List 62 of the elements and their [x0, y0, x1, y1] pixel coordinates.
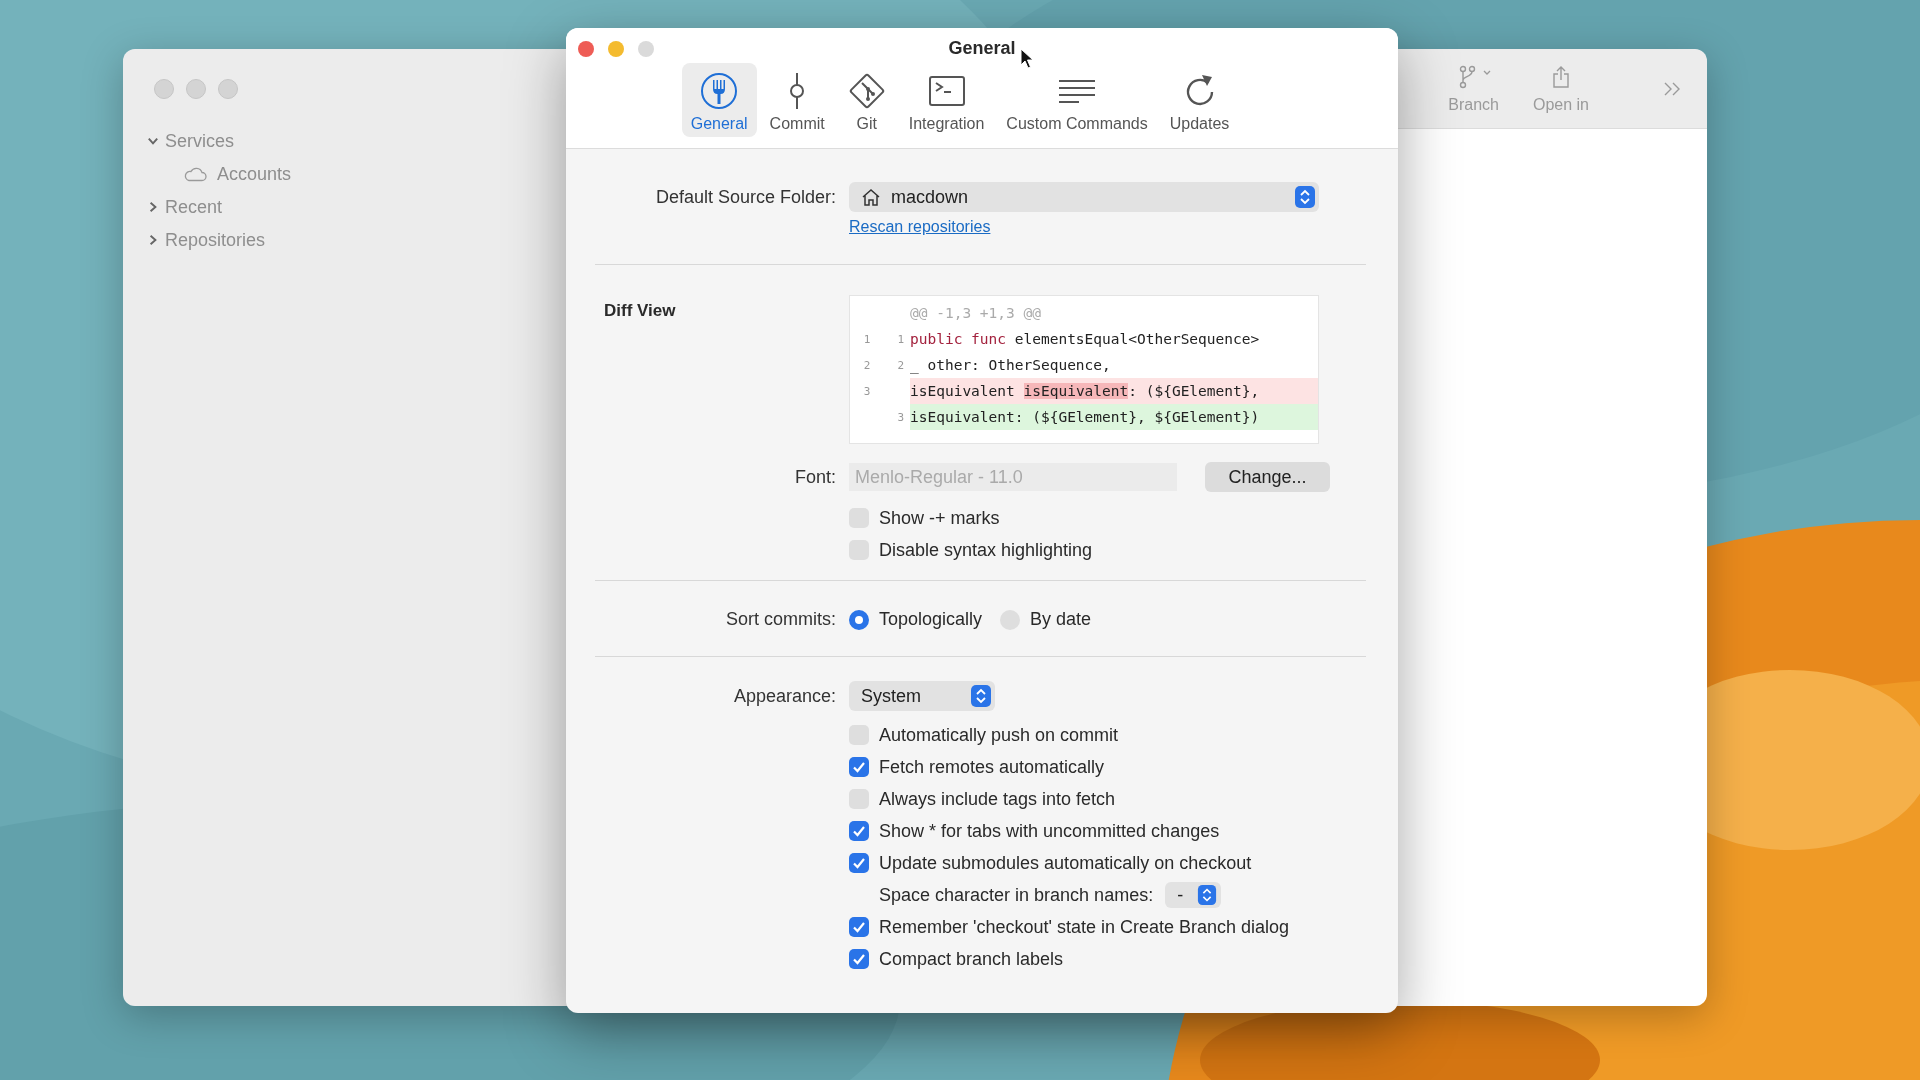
line-number: 2 — [896, 358, 905, 372]
field-label: Sort commits: — [725, 609, 836, 630]
field-label: Font: — [793, 466, 836, 488]
stepper-icon — [1197, 885, 1218, 905]
checkbox-label[interactable]: Remember 'checkout' state in Create Branch dialog — [879, 916, 1290, 938]
checkbox[interactable] — [849, 757, 869, 777]
checkbox-label[interactable]: Always include tags into fetch — [879, 788, 1116, 810]
hunk-header: @@ -1,3 +1,3 @@ — [910, 304, 1042, 323]
section-title: Diff View — [603, 300, 677, 322]
chevron-icon[interactable] — [147, 135, 159, 147]
radio-label[interactable]: Topologically — [879, 609, 983, 630]
fork-icon — [699, 71, 740, 111]
pointer-icon — [1020, 48, 1034, 70]
share-icon[interactable] — [1550, 64, 1571, 89]
tab[interactable]: Custom Commands — [997, 63, 1157, 137]
window-button[interactable] — [154, 79, 174, 99]
tab[interactable]: Updates — [1160, 63, 1239, 137]
line-number: 3 — [862, 384, 872, 398]
radio-label[interactable]: By date — [1030, 609, 1092, 630]
checkbox-label[interactable]: Update submodules automatically on checkout — [879, 852, 1252, 874]
checkbox[interactable] — [849, 853, 869, 873]
checkbox-label[interactable]: Show -+ marks — [879, 507, 1000, 529]
change-button[interactable]: Change... — [1205, 462, 1330, 492]
radio-button[interactable] — [849, 609, 869, 630]
checkbox-label[interactable]: Automatically push on commit — [879, 724, 1119, 746]
zoom-button[interactable] — [638, 41, 654, 57]
minimize-button[interactable] — [608, 41, 624, 57]
font-field: Menlo-Regular - 11.0 — [849, 463, 1177, 491]
space-popup[interactable]: - — [1165, 882, 1222, 908]
checkbox-label[interactable]: Compact branch labels — [879, 948, 1064, 970]
tab[interactable]: Commit — [760, 63, 834, 137]
code-line: public func elementsEqual<OtherSequence> — [910, 330, 1261, 349]
checkbox-label[interactable]: Show * for tabs with uncommitted changes — [879, 820, 1220, 842]
tab[interactable]: Integration — [899, 63, 994, 137]
checkbox[interactable] — [849, 949, 869, 969]
home-icon — [861, 188, 881, 206]
checkbox-label[interactable]: Disable syntax highlighting — [879, 539, 1093, 561]
line-number: 1 — [896, 332, 905, 346]
line-number: 3 — [896, 410, 905, 424]
rescan-link[interactable]: Rescan repositories — [849, 218, 1366, 236]
tab[interactable]: General — [681, 63, 757, 137]
checkbox[interactable] — [849, 917, 869, 937]
field-label: Space character in branch names: — [879, 884, 1154, 906]
cloud-icon — [183, 166, 207, 182]
tab[interactable]: Git — [837, 63, 896, 137]
chevron-icon[interactable] — [147, 201, 159, 213]
field-label: Default Source Folder: — [654, 186, 836, 208]
checkbox-label[interactable]: Fetch remotes automatically — [879, 756, 1105, 778]
close-button[interactable] — [578, 41, 594, 57]
line-number: 2 — [862, 358, 872, 372]
line-number: 1 — [862, 332, 872, 346]
window-title: General — [948, 38, 1016, 59]
code-line: _ other: OtherSequence, — [910, 356, 1112, 376]
stepper-icon — [1295, 186, 1315, 208]
stepper-icon — [971, 685, 991, 707]
folder-popup[interactable]: macdown — [849, 182, 1319, 212]
window-button[interactable] — [218, 79, 238, 99]
checkbox[interactable] — [849, 821, 869, 841]
appearance-popup[interactable]: System — [849, 681, 995, 711]
chevron-icon[interactable] — [147, 234, 159, 246]
window-button[interactable] — [186, 79, 206, 99]
field-label: Appearance: — [732, 685, 836, 707]
